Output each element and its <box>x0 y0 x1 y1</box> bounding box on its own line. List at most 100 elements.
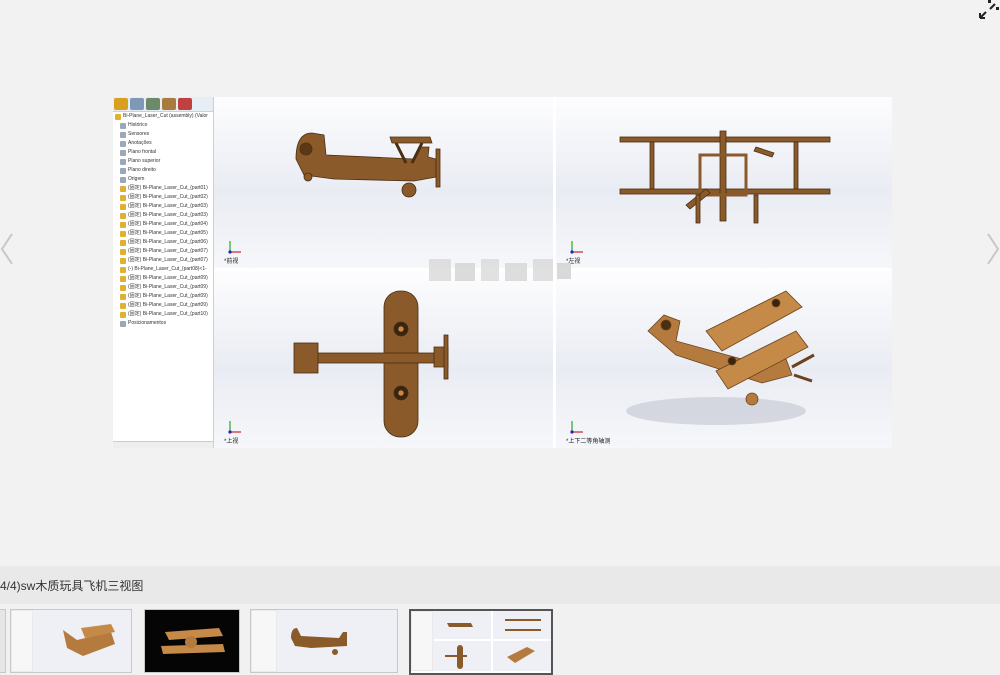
view-label: *前视 <box>224 259 239 265</box>
part-icon <box>120 302 126 309</box>
part-icon <box>120 284 126 291</box>
feature-tree-item[interactable]: Anotações <box>113 139 213 148</box>
exit-fullscreen-icon[interactable] <box>976 0 1000 22</box>
property-manager-tab-icon <box>130 98 144 110</box>
feature-tree-item[interactable]: (固定) Bi-Plane_Laser_Cut_(part03) <box>113 211 213 220</box>
part-icon <box>120 293 126 300</box>
feature-tree-tabs <box>113 97 213 112</box>
feature-tree-item[interactable]: (固定) Bi-Plane_Laser_Cut_(part01) <box>113 184 213 193</box>
feature-icon <box>120 176 126 183</box>
axis-triad-icon <box>228 418 244 434</box>
thumbnail-strip <box>0 604 1000 675</box>
feature-tree-item[interactable]: (固定) Bi-Plane_Laser_Cut_(part10) <box>113 310 213 319</box>
part-icon <box>120 266 126 273</box>
feature-tree-item-label: (固定) Bi-Plane_Laser_Cut_(part06) <box>128 239 208 245</box>
thumbnail-1[interactable] <box>10 609 132 673</box>
feature-tree-item[interactable]: (固定) Bi-Plane_Laser_Cut_(part04) <box>113 220 213 229</box>
part-icon <box>120 311 126 318</box>
part-icon <box>120 239 126 246</box>
feature-tree-item-label: (固定) Bi-Plane_Laser_Cut_(part05) <box>128 230 208 236</box>
feature-icon <box>120 140 126 147</box>
feature-tree-item-label: (固定) Bi-Plane_Laser_Cut_(part07) <box>128 257 208 263</box>
axis-triad-icon <box>228 238 244 254</box>
axis-triad-icon <box>570 418 586 434</box>
isometric-view-pane: *上下二等角轴测 <box>556 271 892 448</box>
thumbnail-2[interactable] <box>144 609 240 673</box>
feature-tree-item-label: (-) Bi-Plane_Laser_Cut_(part08)<1- <box>128 266 207 272</box>
feature-tree-item[interactable]: Sensores <box>113 130 213 139</box>
isometric-view-airplane <box>626 290 815 425</box>
feature-tree-item[interactable]: Origem <box>113 175 213 184</box>
feature-tree-item-label: (固定) Bi-Plane_Laser_Cut_(part01) <box>128 185 208 191</box>
tree-scrollbar <box>113 441 213 448</box>
part-icon <box>120 185 126 192</box>
feature-tree-item-label: (固定) Bi-Plane_Laser_Cut_(part09) <box>128 293 208 299</box>
feature-icon <box>115 113 121 120</box>
view-label: *上下二等角轴测 <box>566 439 611 445</box>
feature-tree-item[interactable]: Plano frontal <box>113 148 213 157</box>
prev-image-button[interactable] <box>0 232 14 266</box>
part-icon <box>120 203 126 210</box>
part-icon <box>120 221 126 228</box>
feature-tree-item[interactable]: (固定) Bi-Plane_Laser_Cut_(part02) <box>113 193 213 202</box>
next-image-button[interactable] <box>986 232 1000 266</box>
feature-tree-item[interactable]: (-) Bi-Plane_Laser_Cut_(part08)<1- <box>113 265 213 274</box>
feature-tree-item-label: (固定) Bi-Plane_Laser_Cut_(part03) <box>128 212 208 218</box>
part-icon <box>120 194 126 201</box>
top-view-pane: *上视 <box>214 271 553 448</box>
feature-tree-item[interactable]: (固定) Bi-Plane_Laser_Cut_(part05) <box>113 229 213 238</box>
display-manager-tab-icon <box>178 98 192 110</box>
feature-tree-item[interactable]: Bi-Plane_Laser_Cut (assembly) (Valor <box>113 112 213 121</box>
feature-icon <box>120 320 126 327</box>
feature-tree-item-label: (固定) Bi-Plane_Laser_Cut_(part09) <box>128 275 208 281</box>
image-caption: 4/4)sw木质玩具飞机三视图 <box>0 579 144 593</box>
config-manager-tab-icon <box>146 98 160 110</box>
feature-tree-item[interactable]: (固定) Bi-Plane_Laser_Cut_(part09) <box>113 292 213 301</box>
feature-tree-item-label: Posicionamentos <box>128 320 167 326</box>
feature-tree-item-label: Plano direito <box>128 167 156 173</box>
part-icon <box>120 275 126 282</box>
part-icon <box>120 248 126 255</box>
image-stage: Bi-Plane_Laser_Cut (assembly) (Valor Hist… <box>0 0 1000 566</box>
feature-tree-panel: Bi-Plane_Laser_Cut (assembly) (Valor Hist… <box>113 97 214 448</box>
part-icon <box>120 257 126 264</box>
feature-tree-item[interactable]: Plano direito <box>113 166 213 175</box>
part-icon <box>120 230 126 237</box>
feature-icon <box>120 131 126 138</box>
feature-tree-item[interactable]: (固定) Bi-Plane_Laser_Cut_(part06) <box>113 238 213 247</box>
feature-tree-item[interactable]: (固定) Bi-Plane_Laser_Cut_(part09) <box>113 301 213 310</box>
thumbnail-partial[interactable] <box>0 609 6 673</box>
chevron-left-icon <box>0 233 13 265</box>
feature-tree-item-label: (固定) Bi-Plane_Laser_Cut_(part03) <box>128 203 208 209</box>
thumbnail-3[interactable] <box>250 609 398 673</box>
left-view-airplane <box>619 130 831 224</box>
view-label: *上视 <box>224 439 239 445</box>
feature-tree-item[interactable]: (固定) Bi-Plane_Laser_Cut_(part03) <box>113 202 213 211</box>
watermark-logo <box>425 255 575 287</box>
front-view-pane: *前视 <box>214 97 553 268</box>
feature-tree-item-label: (固定) Bi-Plane_Laser_Cut_(part04) <box>128 221 208 227</box>
feature-tree-item-label: (固定) Bi-Plane_Laser_Cut_(part07) <box>128 248 208 254</box>
feature-tree-item[interactable]: Posicionamentos <box>113 319 213 328</box>
feature-tree-item[interactable]: Histórico <box>113 121 213 130</box>
feature-tree-item[interactable]: (固定) Bi-Plane_Laser_Cut_(part09) <box>113 274 213 283</box>
feature-icon <box>120 167 126 174</box>
thumbnail-4-selected[interactable] <box>409 609 553 675</box>
chevron-right-icon <box>987 233 1000 265</box>
feature-tree-item[interactable]: Plano superior <box>113 157 213 166</box>
feature-tree-item-label: Origem <box>128 176 145 182</box>
caption-bar <box>0 566 1000 604</box>
feature-icon <box>120 158 126 165</box>
feature-tree-list: Bi-Plane_Laser_Cut (assembly) (Valor Hist… <box>113 112 213 328</box>
feature-tree-item[interactable]: (固定) Bi-Plane_Laser_Cut_(part07) <box>113 256 213 265</box>
feature-tree-item-label: Plano superior <box>128 158 161 164</box>
feature-tree-item-label: (固定) Bi-Plane_Laser_Cut_(part09) <box>128 302 208 308</box>
feature-tree-item[interactable]: (固定) Bi-Plane_Laser_Cut_(part09) <box>113 283 213 292</box>
feature-tree-item-label: (固定) Bi-Plane_Laser_Cut_(part10) <box>128 311 208 317</box>
feature-tree-item[interactable]: (固定) Bi-Plane_Laser_Cut_(part07) <box>113 247 213 256</box>
part-icon <box>120 212 126 219</box>
left-view-pane: *左视 <box>556 97 892 268</box>
front-view-airplane <box>295 132 441 198</box>
dimxpert-tab-icon <box>162 98 176 110</box>
feature-tree-item-label: Bi-Plane_Laser_Cut (assembly) (Valor <box>123 113 208 119</box>
